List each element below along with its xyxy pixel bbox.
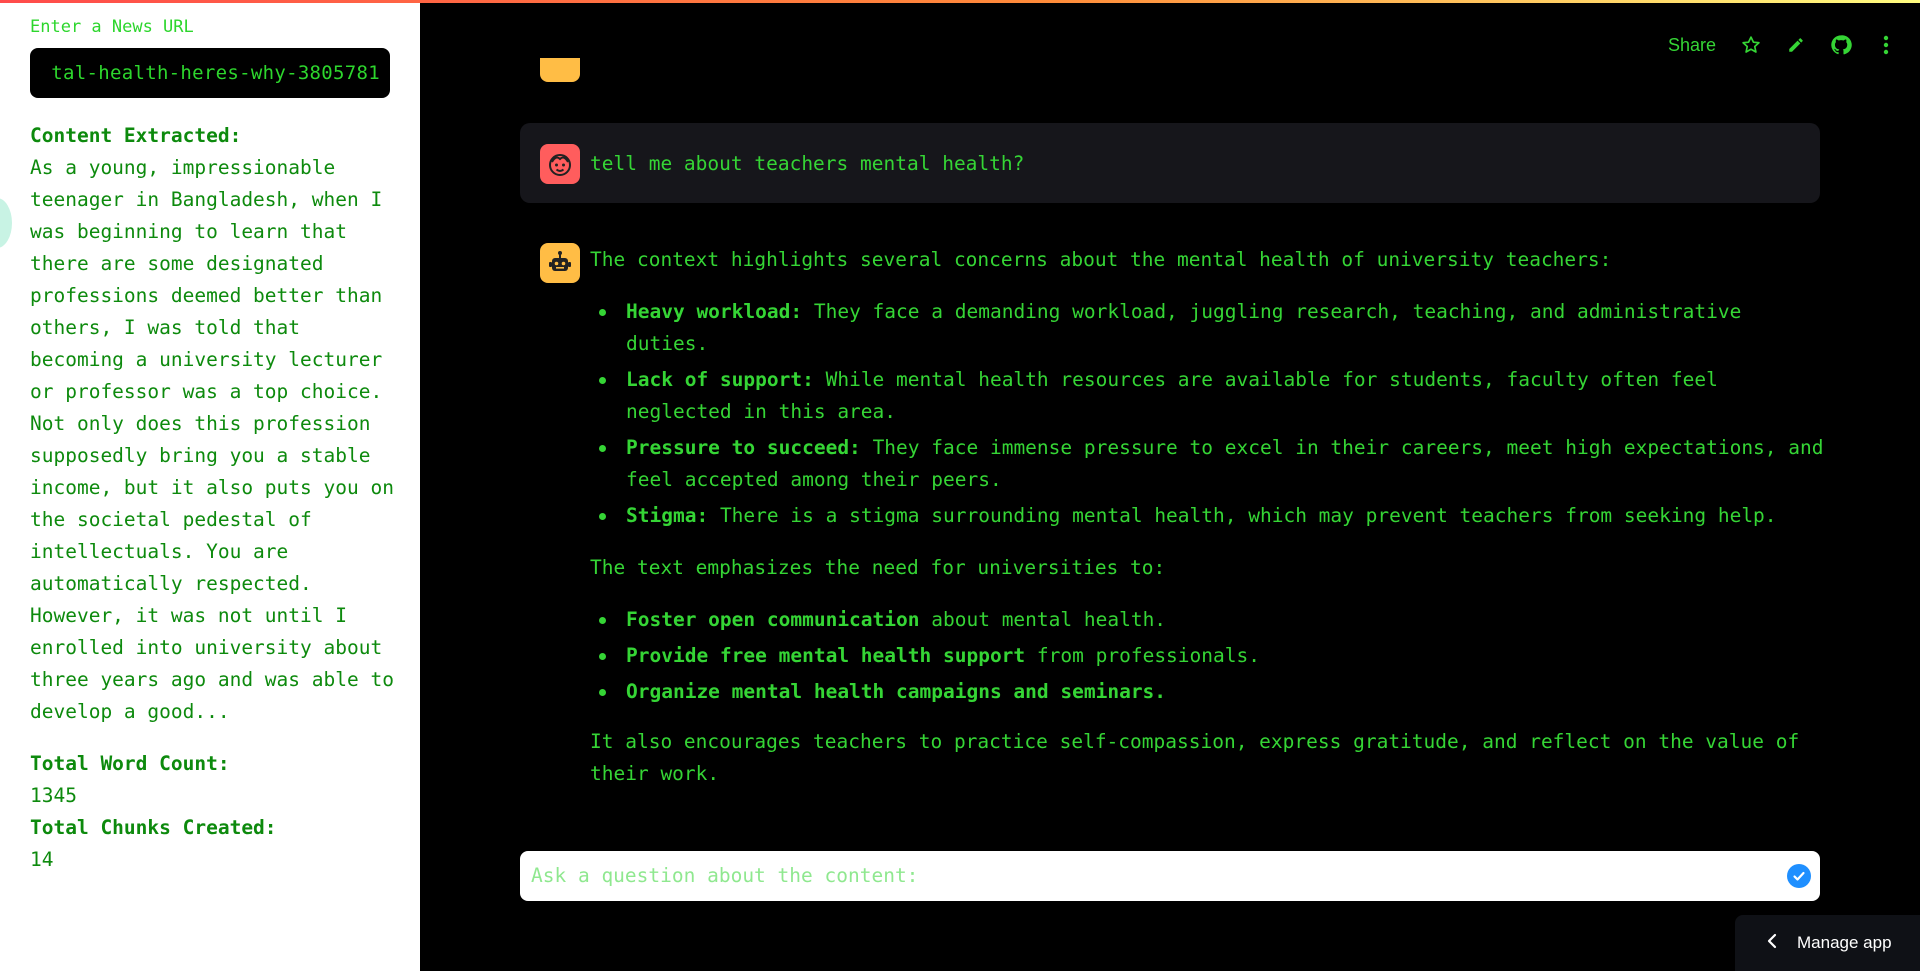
pencil-icon[interactable]: [1785, 34, 1807, 56]
concerns-list: Heavy workload: They face a demanding wo…: [590, 296, 1830, 536]
chevron-left-icon: [1767, 933, 1777, 953]
bot-avatar-icon: [540, 243, 580, 283]
concern-title: Stigma:: [626, 504, 709, 527]
needs-list: Foster open communication about mental h…: [590, 604, 1830, 712]
manage-app-button[interactable]: Manage app: [1735, 915, 1920, 971]
more-vertical-icon[interactable]: [1875, 34, 1897, 56]
send-check-icon[interactable]: [1787, 864, 1811, 888]
url-input[interactable]: tal-health-heres-why-3805781: [30, 48, 390, 98]
content-extracted-heading: Content Extracted:: [30, 124, 242, 147]
sidebar: Enter a News URL tal-health-heres-why-38…: [0, 0, 420, 971]
word-count-value: 1345: [30, 784, 77, 807]
concern-text: There is a stigma surrounding mental hea…: [719, 504, 1777, 527]
content-extracted-text: As a young, impressionable teenager in B…: [30, 156, 394, 723]
share-button[interactable]: Share: [1668, 35, 1716, 56]
bot-intro-text: The context highlights several concerns …: [590, 248, 1612, 271]
star-icon[interactable]: [1740, 34, 1762, 56]
list-item: Lack of support: While mental health res…: [590, 364, 1830, 428]
concern-title: Lack of support:: [626, 368, 814, 391]
user-question: tell me about teachers mental health?: [590, 152, 1025, 175]
closing-text: It also encourages teachers to practice …: [590, 730, 1800, 785]
previous-bot-avatar: [540, 58, 580, 82]
github-icon[interactable]: [1830, 34, 1852, 56]
list-item: Heavy workload: They face a demanding wo…: [590, 296, 1830, 360]
url-input-value[interactable]: tal-health-heres-why-3805781: [51, 62, 380, 84]
list-item: Organize mental health campaigns and sem…: [590, 676, 1830, 708]
list-item: Foster open communication about mental h…: [590, 604, 1830, 636]
sidebar-decoration: [0, 198, 12, 248]
needs-intro-text: The text emphasizes the need for univers…: [590, 556, 1166, 579]
chunks-label: Total Chunks Created:: [30, 816, 277, 839]
chat-input[interactable]: Ask a question about the content:: [520, 851, 1820, 901]
chat-input-placeholder[interactable]: Ask a question about the content:: [531, 864, 918, 887]
list-item: Pressure to succeed: They face immense p…: [590, 432, 1830, 496]
concern-title: Heavy workload:: [626, 300, 803, 323]
header-toolbar: Share: [1668, 30, 1920, 60]
need-text: about mental health.: [931, 608, 1167, 631]
need-title: Foster open communication: [626, 608, 920, 631]
list-item: Provide free mental health support from …: [590, 640, 1830, 672]
need-title: Organize mental health campaigns and sem…: [626, 680, 1167, 703]
word-count-label: Total Word Count:: [30, 752, 230, 775]
user-avatar-icon: [540, 144, 580, 184]
concern-title: Pressure to succeed:: [626, 436, 861, 459]
url-label: Enter a News URL: [30, 17, 194, 37]
top-decoration-bar: [0, 0, 1920, 3]
chunks-value: 14: [30, 848, 54, 871]
manage-app-label: Manage app: [1797, 933, 1892, 952]
list-item: Stigma: There is a stigma surrounding me…: [590, 500, 1830, 532]
main-chat-area: Share tell me about teachers mental heal…: [420, 0, 1920, 971]
need-text: from professionals.: [1036, 644, 1260, 667]
need-title: Provide free mental health support: [626, 644, 1026, 667]
